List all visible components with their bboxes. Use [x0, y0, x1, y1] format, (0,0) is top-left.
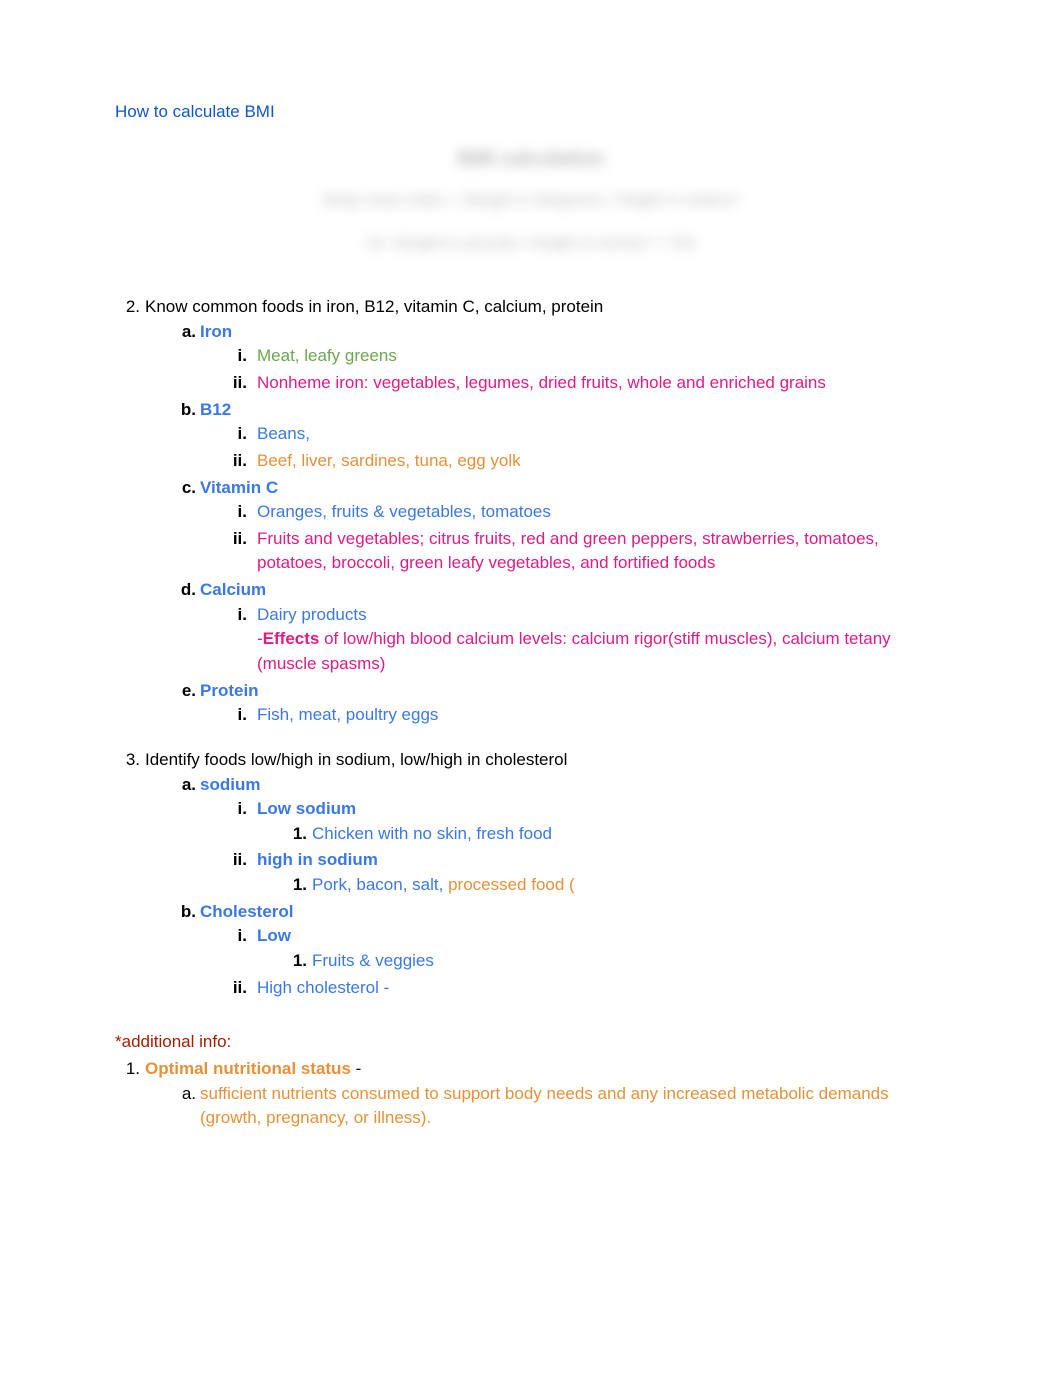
blurred-title: BMI calculation	[115, 145, 947, 174]
marker-i: i.	[215, 500, 247, 525]
iron-label: Iron	[200, 322, 232, 341]
section-3-number: 3.	[115, 748, 140, 773]
marker-d: d.	[172, 578, 196, 603]
section-3-title: Identify foods low/high in sodium, low/h…	[145, 750, 567, 769]
optimal-nutritional-label: Optimal nutritional status	[145, 1059, 351, 1078]
sodium-label: sodium	[200, 775, 260, 794]
item-b12: b. B12 i. Beans, ii. Beef, liver, sardin…	[200, 398, 947, 474]
item-sodium: a. sodium i. Low sodium 1. Chicken with …	[200, 773, 947, 898]
effects-bold: Effects	[263, 629, 320, 648]
marker-i: i.	[215, 797, 247, 822]
add-marker-a: a.	[172, 1082, 196, 1107]
marker-ii: ii.	[215, 527, 247, 552]
cholesterol-label: Cholesterol	[200, 902, 294, 921]
iron-ii-text: Nonheme iron: vegetables, legumes, dried…	[257, 373, 826, 392]
effects-text: of low/high blood calcium levels: calciu…	[257, 629, 891, 673]
item-vitamin-c: c. Vitamin C i. Oranges, fruits & vegeta…	[200, 476, 947, 577]
marker-a: a.	[172, 773, 196, 798]
high-sodium-blue: Pork, bacon, salt,	[312, 875, 448, 894]
marker-1: 1.	[282, 949, 307, 974]
high-sodium-orange: processed food (	[448, 875, 575, 894]
item-iron: a. Iron i. Meat, leafy greens ii. Nonhem…	[200, 320, 947, 396]
marker-i: i.	[215, 603, 247, 628]
blurred-formula-2: Or: Weight in pounds / Height in inches²…	[115, 232, 947, 255]
low-chol-label: Low	[257, 926, 291, 945]
marker-ii: ii.	[215, 976, 247, 1001]
item-calcium: d. Calcium i. Dairy products -Effects of…	[200, 578, 947, 677]
marker-i: i.	[215, 924, 247, 949]
optimal-dash: -	[351, 1059, 361, 1078]
additional-info: *additional info: 1. Optimal nutritional…	[115, 1030, 947, 1131]
low-chol-text: Fruits & veggies	[312, 951, 434, 970]
marker-c: c.	[172, 476, 196, 501]
vitc-i-text: Oranges, fruits & vegetables, tomatoes	[257, 502, 551, 521]
marker-b: b.	[172, 398, 196, 423]
section-2: 2. Know common foods in iron, B12, vitam…	[115, 295, 947, 728]
b12-ii-text: Beef, liver, sardines, tuna, egg yolk	[257, 451, 521, 470]
protein-label: Protein	[200, 681, 259, 700]
section-2-title: Know common foods in iron, B12, vitamin …	[145, 297, 603, 316]
calcium-i-text: Dairy products	[257, 605, 367, 624]
marker-1: 1.	[282, 873, 307, 898]
marker-b: b.	[172, 900, 196, 925]
marker-ii: ii.	[215, 848, 247, 873]
low-sodium-label: Low sodium	[257, 799, 356, 818]
marker-e: e.	[172, 679, 196, 704]
marker-ii: ii.	[215, 371, 247, 396]
marker-i: i.	[215, 422, 247, 447]
marker-a: a.	[172, 320, 196, 345]
marker-i: i.	[215, 344, 247, 369]
section-2-number: 2.	[115, 295, 140, 320]
item-protein: e. Protein i. Fish, meat, poultry eggs	[200, 679, 947, 728]
low-sodium-text: Chicken with no skin, fresh food	[312, 824, 552, 843]
marker-ii: ii.	[215, 449, 247, 474]
marker-1: 1.	[282, 822, 307, 847]
section-3: 3. Identify foods low/high in sodium, lo…	[115, 748, 947, 1000]
b12-label: B12	[200, 400, 231, 419]
high-chol-text: High cholesterol -	[257, 978, 389, 997]
additional-heading: *additional info:	[115, 1032, 231, 1051]
b12-i-text: Beans,	[257, 424, 310, 443]
iron-i-text: Meat, leafy greens	[257, 346, 397, 365]
calcium-label: Calcium	[200, 580, 266, 599]
high-sodium-label: high in sodium	[257, 850, 378, 869]
add-marker-1: 1.	[115, 1057, 140, 1082]
calcium-effects: -Effects of low/high blood calcium level…	[257, 627, 947, 676]
blurred-content: BMI calculation Body mass index = Weight…	[115, 145, 947, 255]
optimal-a-text: sufficient nutrients consumed to support…	[200, 1084, 889, 1128]
bmi-link[interactable]: How to calculate BMI	[115, 100, 947, 125]
blurred-formula-1: Body mass index = Weight in kilograms / …	[115, 189, 947, 212]
item-cholesterol: b. Cholesterol i. Low 1. Fruits & veggie…	[200, 900, 947, 1001]
protein-i-text: Fish, meat, poultry eggs	[257, 705, 438, 724]
vitc-ii-text: Fruits and vegetables; citrus fruits, re…	[257, 529, 879, 573]
vitc-label: Vitamin C	[200, 478, 278, 497]
marker-i: i.	[215, 703, 247, 728]
